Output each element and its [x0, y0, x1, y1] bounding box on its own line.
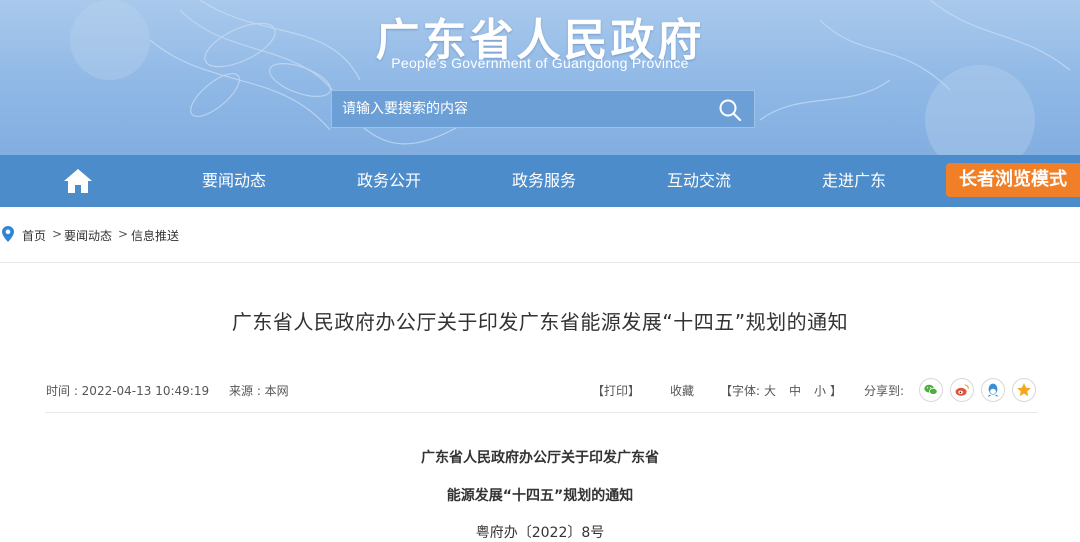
nav-item-interaction[interactable]: 互动交流: [653, 155, 745, 207]
breadcrumb-home[interactable]: 首页: [22, 227, 46, 244]
font-large-button[interactable]: 大: [764, 382, 776, 399]
font-medium-button[interactable]: 中: [789, 382, 801, 399]
article-source: 来源 : 本网: [229, 384, 289, 398]
breadcrumb-current: 信息推送: [131, 229, 180, 243]
breadcrumb-news[interactable]: 要闻动态: [64, 227, 112, 244]
meta-divider: [45, 412, 1038, 413]
nav-item-government-affairs[interactable]: 政务公开: [343, 155, 435, 207]
share-label: 分享到:: [864, 384, 905, 398]
font-small-button[interactable]: 小: [814, 382, 826, 399]
location-pin-icon: [2, 226, 14, 242]
nav-item-news[interactable]: 要闻动态: [188, 155, 280, 207]
print-button[interactable]: 【打印】: [592, 382, 640, 399]
qq-icon[interactable]: [981, 378, 1005, 402]
search-icon[interactable]: [718, 98, 742, 122]
nav-item-services[interactable]: 政务服务: [498, 155, 590, 207]
elder-mode-button[interactable]: 长者浏览模式: [946, 163, 1080, 197]
home-icon[interactable]: [63, 168, 93, 194]
favorite-button[interactable]: 收藏: [670, 382, 694, 399]
nav-item-about-guangdong[interactable]: 走进广东: [808, 155, 900, 207]
search-input[interactable]: [332, 91, 712, 127]
font-size-label: 【字体:: [720, 384, 761, 398]
document-number: 粤府办〔2022〕8号: [475, 525, 605, 541]
site-subtitle: People's Government of Guangdong Provinc…: [391, 55, 689, 71]
body-title-line-2: 能源发展“十四五”规划的通知: [446, 488, 634, 504]
main-nav: 要闻动态 政务公开 政务服务 互动交流 走进广东: [0, 155, 1080, 207]
breadcrumb-separator: >: [118, 227, 129, 241]
header-banner: 广东省人民政府 People's Government of Guangdong…: [0, 0, 1080, 155]
wechat-icon[interactable]: [919, 378, 943, 402]
font-size-close: 】: [830, 384, 843, 398]
article-title: 广东省人民政府办公厅关于印发广东省能源发展“十四五”规划的通知: [231, 310, 849, 334]
body-title-line-1: 广东省人民政府办公厅关于印发广东省: [421, 450, 659, 466]
breadcrumb: 首页 > 要闻动态 > 信息推送: [0, 222, 600, 246]
breadcrumb-separator: >: [52, 227, 63, 241]
publish-time: 时间 : 2022-04-13 10:49:19: [46, 384, 210, 398]
qzone-star-icon[interactable]: [1012, 378, 1036, 402]
search-box: [331, 90, 755, 128]
weibo-icon[interactable]: [950, 378, 974, 402]
